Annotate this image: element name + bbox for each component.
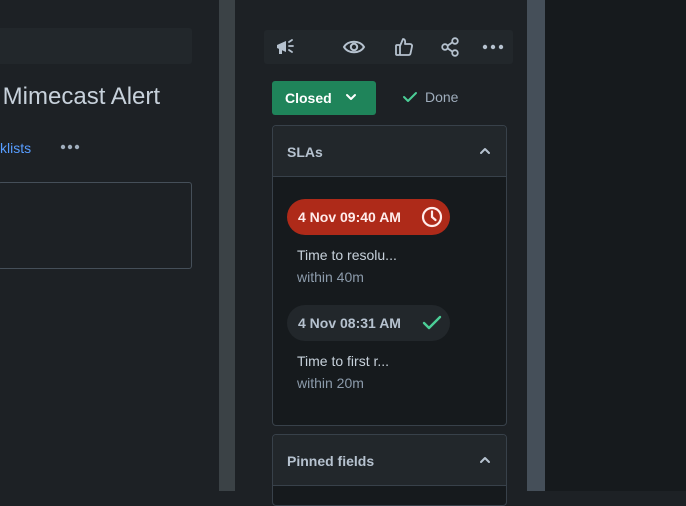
share-button[interactable] xyxy=(436,33,464,61)
pinned-fields-header[interactable]: Pinned fields xyxy=(273,435,506,486)
sla-time: 4 Nov 08:31 AM xyxy=(298,315,401,331)
more-icon xyxy=(482,44,504,50)
issue-toolbar xyxy=(264,30,513,64)
panel-resize-handle[interactable] xyxy=(219,0,235,491)
outer-background xyxy=(545,0,686,491)
panel-scrollbar[interactable] xyxy=(527,0,545,491)
chevron-up-icon xyxy=(480,148,490,154)
sla-goal: within 20m xyxy=(297,375,364,391)
sla-name: Time to first r... xyxy=(297,353,390,369)
pinned-fields-title: Pinned fields xyxy=(287,453,375,469)
issue-title[interactable]: n. Mimecast Alert xyxy=(0,83,160,111)
status-dropdown-button[interactable]: Closed xyxy=(272,81,376,115)
clock-icon xyxy=(421,206,443,228)
check-icon xyxy=(421,312,443,334)
sla-time: 4 Nov 09:40 AM xyxy=(298,209,401,225)
sla-panel-title: SLAs xyxy=(287,144,323,160)
status-label: Closed xyxy=(285,90,332,106)
sla-goal: within 40m xyxy=(297,269,364,285)
collapse-button[interactable] xyxy=(478,453,492,467)
pinned-fields-panel: Pinned fields xyxy=(272,434,507,506)
chevron-down-icon xyxy=(346,94,356,100)
vote-button[interactable] xyxy=(390,33,418,61)
feedback-button[interactable] xyxy=(271,33,299,61)
checklists-tab[interactable]: klists xyxy=(0,140,31,156)
sla-met-badge: 4 Nov 08:31 AM xyxy=(287,305,450,341)
eye-icon xyxy=(342,40,366,54)
more-button[interactable] xyxy=(479,33,507,61)
thumbs-up-icon xyxy=(395,38,413,56)
sla-name: Time to resolu... xyxy=(297,247,397,263)
breadcrumb-bar xyxy=(0,28,192,64)
sla-panel: SLAs 4 Nov 09:40 AM Time to resolu... wi… xyxy=(272,125,507,426)
sla-panel-header[interactable]: SLAs xyxy=(273,126,506,177)
megaphone-icon xyxy=(277,39,294,54)
share-icon xyxy=(441,37,459,57)
description-field[interactable] xyxy=(0,182,192,269)
chevron-up-icon xyxy=(480,457,490,463)
more-icon xyxy=(60,144,80,150)
check-icon xyxy=(403,92,417,102)
more-actions-button[interactable] xyxy=(52,132,88,162)
resolution-label: Done xyxy=(425,89,459,105)
sla-breached-badge: 4 Nov 09:40 AM xyxy=(287,199,450,235)
collapse-button[interactable] xyxy=(478,144,492,158)
watch-button[interactable] xyxy=(340,33,368,61)
resolution-indicator: Done xyxy=(402,89,458,105)
issue-main-panel: n. Mimecast Alert klists xyxy=(0,0,219,491)
